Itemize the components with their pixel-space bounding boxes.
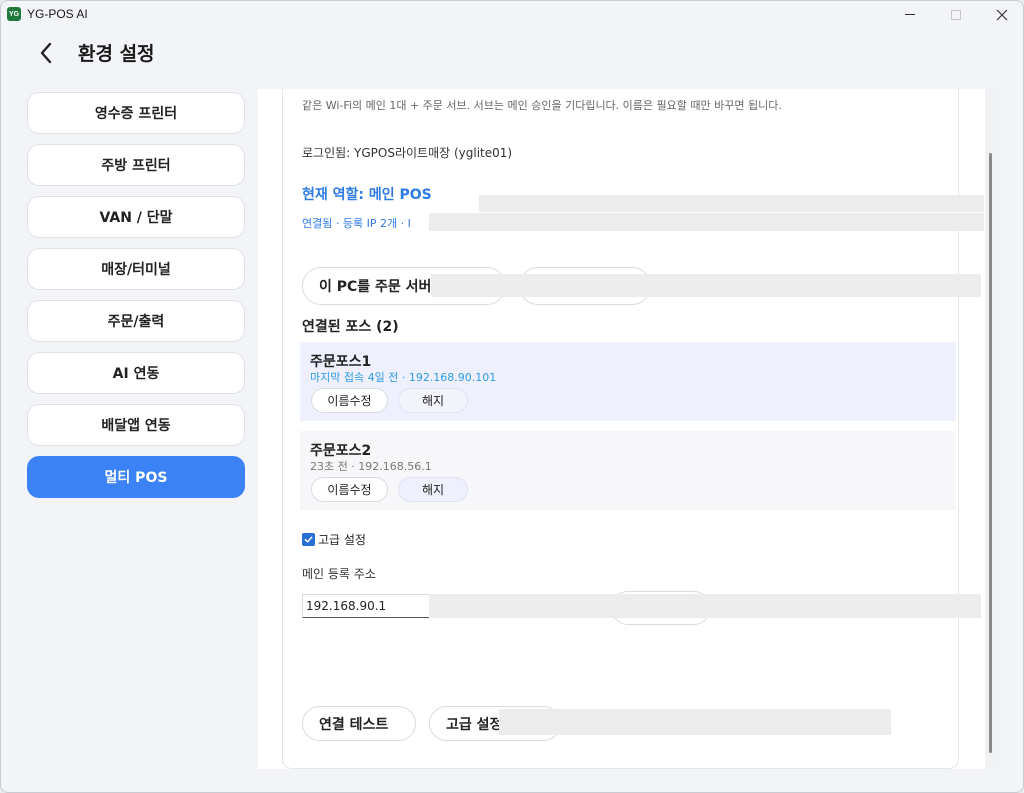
check-icon: [304, 536, 313, 543]
window-title: YG-POS AI: [27, 7, 88, 21]
redacted-area: [499, 709, 891, 735]
minimize-icon: [905, 14, 915, 15]
login-status: 로그인됨: YGPOS라이트매장 (yglite01): [302, 146, 513, 160]
unlink-button[interactable]: 해지: [398, 477, 468, 502]
app-logo-text: YG: [8, 10, 20, 18]
back-button[interactable]: [35, 41, 59, 65]
list-item: 주문포스1 마지막 접속 4일 전 · 192.168.90.101 이름수정 …: [300, 342, 956, 421]
settings-sidebar: 영수증 프린터 주방 프린터 VAN / 단말 매장/터미널 주문/출력 AI …: [27, 92, 245, 508]
sidebar-item-order-print[interactable]: 주문/출력: [27, 300, 245, 342]
pos-name: 주문포스2: [310, 443, 372, 459]
sidebar-item-label: 멀티 POS: [104, 470, 168, 486]
sidebar-item-label: 주문/출력: [107, 314, 165, 330]
sidebar-item-kitchen-printer[interactable]: 주방 프린터: [27, 144, 245, 186]
page-title: 환경 설정: [78, 43, 155, 65]
rename-button[interactable]: 이름수정: [311, 388, 388, 413]
maximize-icon: [951, 9, 961, 20]
redacted-area: [479, 195, 984, 212]
sidebar-item-label: AI 연동: [112, 366, 160, 382]
scrollbar-thumb[interactable]: [989, 153, 992, 753]
section-description: 같은 Wi-Fi의 메인 1대 + 주문 서브. 서브는 메인 승인을 기다립니…: [302, 99, 782, 112]
unlink-label: 해지: [421, 483, 445, 497]
title-bar: YG YG-POS AI: [1, 1, 1023, 28]
close-button[interactable]: [979, 1, 1023, 28]
current-role: 현재 역할: 메인 POS: [302, 187, 432, 203]
close-icon: [996, 9, 1008, 20]
rename-label: 이름수정: [327, 394, 372, 408]
connection-test-label: 연결 테스트: [319, 716, 389, 733]
sidebar-item-receipt-printer[interactable]: 영수증 프린터: [27, 92, 245, 134]
sidebar-item-label: 매장/터미널: [101, 262, 171, 278]
advanced-settings-checkbox[interactable]: [302, 533, 315, 546]
list-item: 주문포스2 23초 전 · 192.168.56.1 이름수정 해지: [300, 431, 956, 510]
main-address-input[interactable]: [302, 594, 430, 618]
pos-last-seen: 마지막 접속 4일 전 · 192.168.90.101: [310, 371, 497, 384]
maximize-button[interactable]: [933, 1, 979, 28]
pos-name: 주문포스1: [310, 354, 372, 370]
sidebar-item-ai[interactable]: AI 연동: [27, 352, 245, 394]
app-window: YG YG-POS AI 환경 설정 영수증 프린터 주방 프린터 VAN / …: [0, 0, 1024, 793]
sidebar-item-delivery-app[interactable]: 배달앱 연동: [27, 404, 245, 446]
chevron-left-icon: [40, 42, 52, 64]
main-address-label: 메인 등록 주소: [302, 567, 376, 581]
app-logo-icon: YG: [7, 7, 21, 21]
unlink-button[interactable]: 해지: [398, 388, 468, 413]
minimize-button[interactable]: [887, 1, 933, 28]
redacted-area: [431, 274, 981, 297]
sidebar-item-label: 영수증 프린터: [94, 106, 178, 122]
rename-button[interactable]: 이름수정: [311, 477, 388, 502]
redacted-area: [429, 213, 984, 231]
sidebar-item-label: 주방 프린터: [101, 158, 171, 174]
sidebar-item-multi-pos[interactable]: 멀티 POS: [27, 456, 245, 498]
connected-pos-title: 연결된 포스 (2): [302, 319, 399, 335]
sidebar-item-label: VAN / 단말: [99, 210, 173, 226]
redacted-area: [429, 594, 981, 618]
sidebar-item-van-terminal[interactable]: VAN / 단말: [27, 196, 245, 238]
rename-label: 이름수정: [327, 483, 372, 497]
advanced-settings-label: 고급 설정: [318, 533, 366, 547]
set-order-server-label: 이 PC를 주문 서버: [319, 279, 432, 295]
sidebar-item-store-terminal[interactable]: 매장/터미널: [27, 248, 245, 290]
advanced-settings-button-label: 고급 설정: [446, 716, 503, 733]
unlink-label: 해지: [421, 394, 445, 408]
sidebar-item-label: 배달앱 연동: [101, 418, 171, 434]
connection-status: 연결됨 · 등록 IP 2개 · I: [302, 217, 411, 230]
connection-test-button[interactable]: 연결 테스트: [302, 706, 416, 741]
scrollbar-track[interactable]: [985, 89, 999, 769]
pos-last-seen: 23초 전 · 192.168.56.1: [310, 460, 432, 473]
